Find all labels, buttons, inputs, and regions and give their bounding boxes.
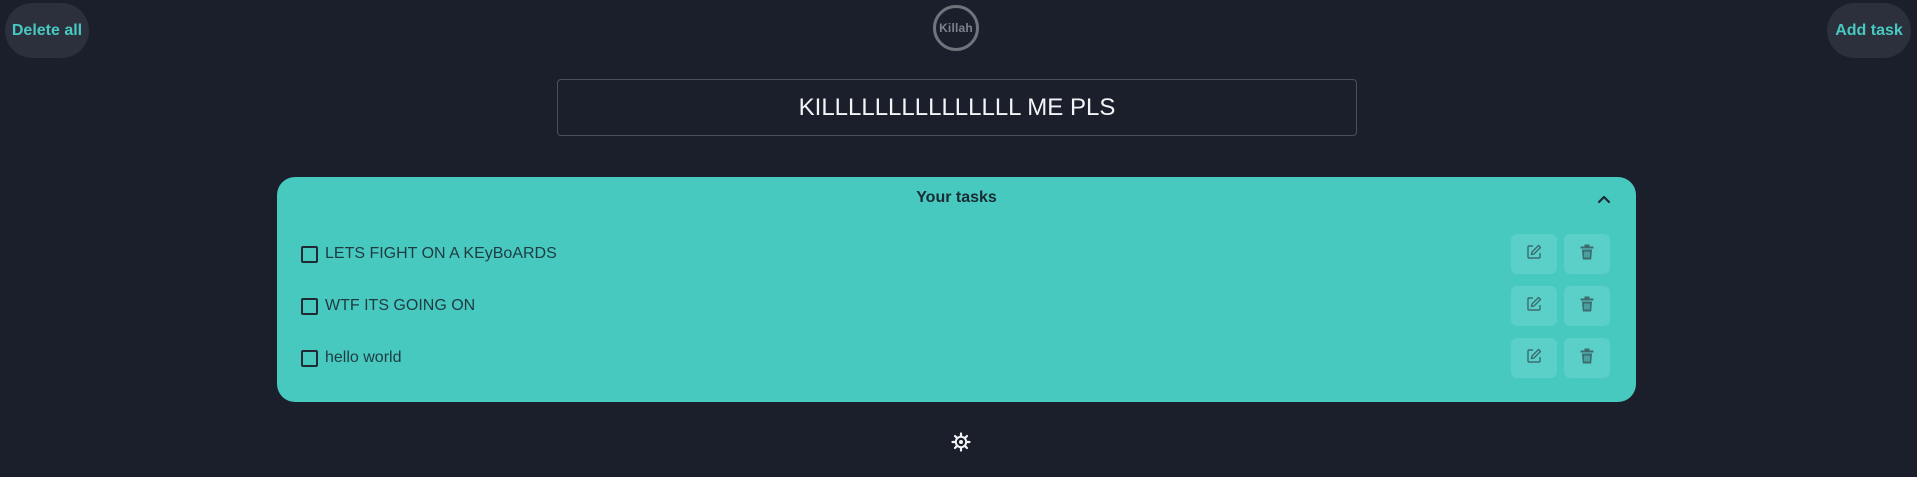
task-checkbox[interactable] <box>301 298 318 315</box>
edit-task-button[interactable] <box>1511 338 1557 378</box>
app-page: Delete all Killah Add task KILLLLLLLLLLL… <box>0 0 1917 477</box>
delete-all-button[interactable]: Delete all <box>5 3 89 58</box>
delete-task-button[interactable] <box>1564 286 1610 326</box>
task-label: LETS FIGHT ON A KEyBoARDS <box>325 245 557 262</box>
delete-task-button[interactable] <box>1564 338 1610 378</box>
edit-icon <box>1526 348 1542 369</box>
edit-task-button[interactable] <box>1511 234 1557 274</box>
tasks-panel: Your tasks LETS FIGHT ON A KEyBoARDS WTF… <box>277 177 1636 402</box>
task-label: WTF ITS GOING ON <box>325 297 476 314</box>
chevron-up-icon[interactable] <box>1594 189 1614 209</box>
task-item: LETS FIGHT ON A KEyBoARDS <box>301 234 1617 274</box>
task-checkbox[interactable] <box>301 350 318 367</box>
edit-icon <box>1526 244 1542 265</box>
logo-text: Killah <box>939 21 973 35</box>
gear-icon[interactable] <box>950 431 972 453</box>
trash-icon <box>1580 348 1594 369</box>
edit-icon <box>1526 296 1542 317</box>
title-text: KILLLLLLLLLLLLLLL ME PLS <box>798 93 1116 121</box>
trash-icon <box>1580 296 1594 317</box>
edit-task-button[interactable] <box>1511 286 1557 326</box>
task-label: hello world <box>325 349 402 366</box>
trash-icon <box>1580 244 1594 265</box>
task-item: hello world <box>301 338 1617 378</box>
logo: Killah <box>933 5 979 51</box>
tasks-heading: Your tasks <box>916 189 997 206</box>
title-field[interactable]: KILLLLLLLLLLLLLLL ME PLS <box>557 79 1357 136</box>
delete-task-button[interactable] <box>1564 234 1610 274</box>
add-task-button[interactable]: Add task <box>1827 3 1911 58</box>
task-checkbox[interactable] <box>301 246 318 263</box>
task-item: WTF ITS GOING ON <box>301 286 1617 326</box>
